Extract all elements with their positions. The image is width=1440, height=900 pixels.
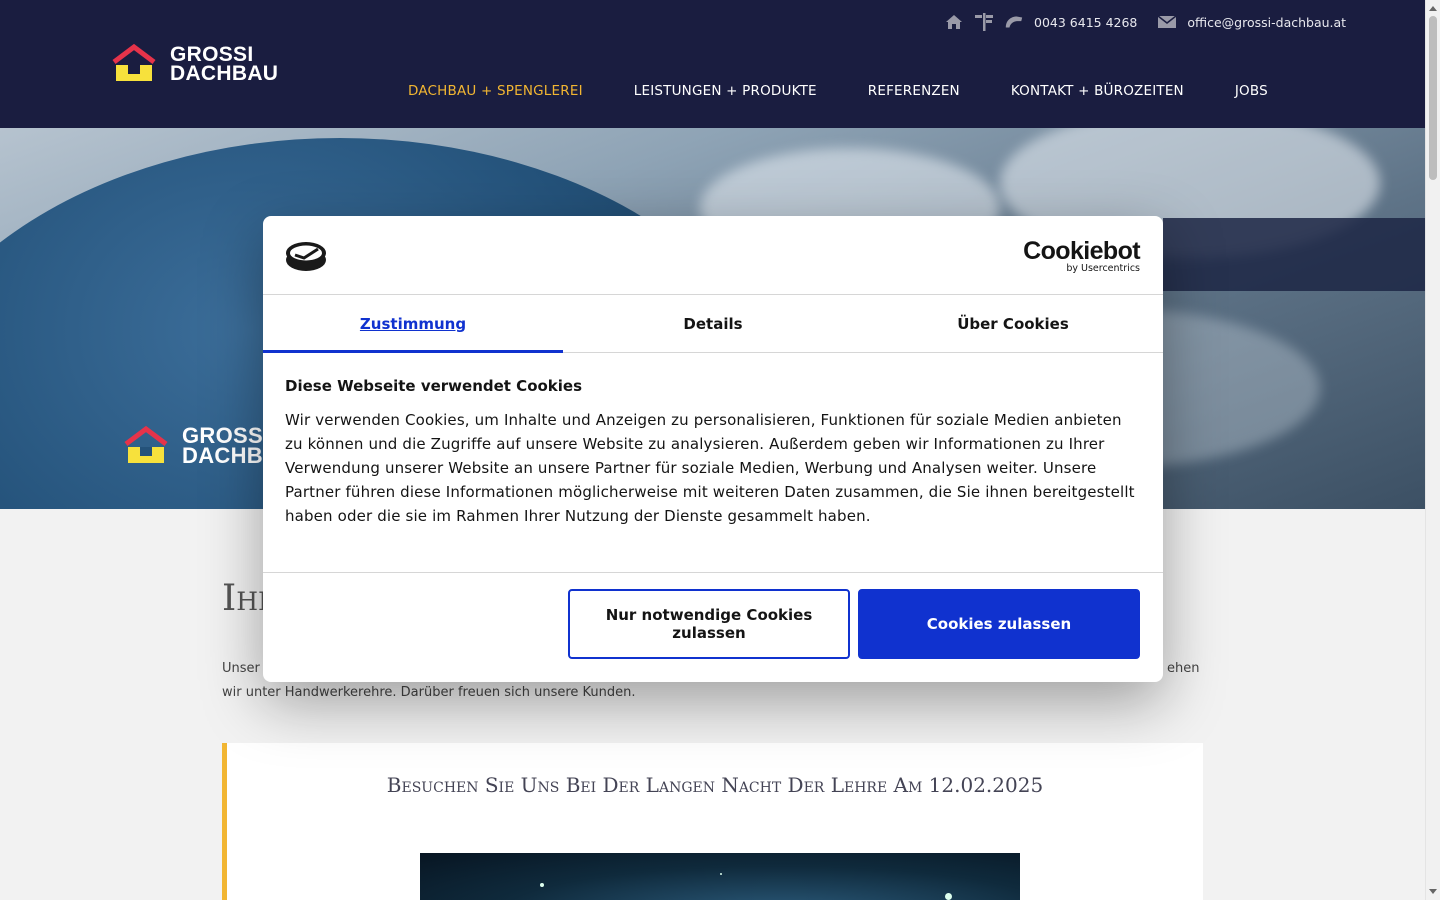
cookiebot-brand-name: Cookiebot: [1023, 237, 1140, 265]
contact-bar: 0043 6415 4268 office@grossi-dachbau.at: [944, 12, 1366, 32]
site-header: GROSSI DACHBAU 0043 6415 4268 office@gro…: [0, 0, 1425, 128]
dialog-text: Wir verwenden Cookies, um Inhalte und An…: [285, 411, 1135, 525]
cookiebot-brand[interactable]: Cookiebot by Usercentrics: [1023, 238, 1140, 274]
nav-item-leistungen[interactable]: LEISTUNGEN + PRODUKTE: [634, 83, 817, 99]
allow-all-cookies-button[interactable]: Cookies zulassen: [858, 589, 1140, 659]
cookiebot-brand-sub: by Usercentrics: [1066, 263, 1140, 274]
phone-number-link[interactable]: 0043 6415 4268: [1034, 15, 1137, 30]
nav-item-kontakt[interactable]: KONTAKT + BÜROZEITEN: [1011, 83, 1184, 99]
mail-icon[interactable]: [1157, 12, 1177, 32]
tab-ueber-cookies[interactable]: Über Cookies: [863, 295, 1163, 352]
dialog-header: Cookiebot by Usercentrics: [263, 216, 1163, 295]
event-image: [420, 853, 1020, 900]
tab-details[interactable]: Details: [563, 295, 863, 352]
star-dot: [720, 873, 722, 875]
logo-text: GROSSI DACHBAU: [170, 44, 279, 85]
dialog-footer: Nur notwendige Cookies zulassen Cookies …: [263, 572, 1163, 682]
tab-zustimmung[interactable]: Zustimmung: [263, 295, 563, 353]
scroll-thumb[interactable]: [1429, 16, 1437, 180]
nav-item-referenzen[interactable]: REFERENZEN: [868, 83, 960, 99]
nav-item-jobs[interactable]: JOBS: [1235, 83, 1268, 99]
scroll-down-arrow-icon[interactable]: [1429, 889, 1437, 894]
dialog-tabs: Zustimmung Details Über Cookies: [263, 295, 1163, 353]
logo-line2: DACHBAU: [170, 62, 279, 85]
dialog-body: Diese Webseite verwendet Cookies Wir ver…: [285, 376, 1135, 528]
email-link[interactable]: office@grossi-dachbau.at: [1187, 15, 1346, 30]
page-scrollbar[interactable]: [1425, 0, 1440, 900]
page: GROSSI DACHBAU 0043 6415 4268 office@gro…: [0, 0, 1440, 900]
hero-band: [1163, 218, 1425, 291]
home-icon[interactable]: [944, 12, 964, 32]
phone-icon[interactable]: [1004, 12, 1024, 32]
cookie-consent-dialog: Cookiebot by Usercentrics Zustimmung Det…: [263, 216, 1163, 682]
dialog-heading: Diese Webseite verwendet Cookies: [285, 377, 583, 395]
event-card-title: Besuchen Sie Uns Bei Der Langen Nacht De…: [386, 773, 1044, 797]
star-dot: [945, 893, 952, 900]
cookiebot-logo-icon: [286, 242, 326, 271]
house-logo-icon: [124, 426, 168, 463]
signpost-icon[interactable]: [974, 12, 994, 32]
event-card: Besuchen Sie Uns Bei Der Langen Nacht De…: [222, 743, 1203, 900]
nav-item-dachbau[interactable]: DACHBAU + SPENGLEREI: [408, 83, 583, 99]
scroll-up-arrow-icon[interactable]: [1429, 6, 1437, 11]
section-text-line1-end: ehen: [1167, 661, 1200, 676]
star-dot: [540, 883, 544, 887]
house-logo-icon: [112, 44, 156, 81]
allow-necessary-cookies-button[interactable]: Nur notwendige Cookies zulassen: [568, 589, 850, 659]
section-text-line2: wir unter Handwerkerehre. Darüber freuen…: [222, 685, 636, 700]
site-logo[interactable]: GROSSI DACHBAU: [112, 44, 278, 84]
main-nav: DACHBAU + SPENGLEREI LEISTUNGEN + PRODUK…: [408, 83, 1319, 99]
